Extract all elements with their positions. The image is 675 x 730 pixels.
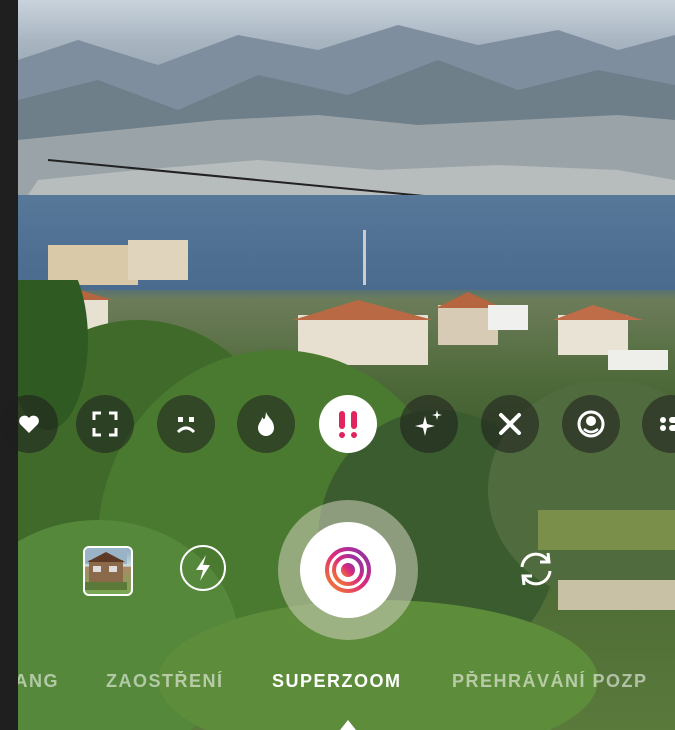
mode-superzoom[interactable]: SUPERZOOM — [272, 671, 402, 692]
gallery-thumbnail[interactable] — [83, 546, 133, 596]
fire-icon — [258, 412, 274, 436]
shutter-button[interactable] — [300, 522, 396, 618]
mode-zaostreni[interactable]: ZAOSTŘENÍ — [106, 671, 224, 692]
mode-rang[interactable]: RANG — [18, 671, 59, 692]
flip-camera-button[interactable] — [512, 545, 560, 593]
more-effects-icon — [660, 417, 675, 431]
effect-heart[interactable] — [0, 395, 58, 453]
effect-face[interactable] — [562, 395, 620, 453]
effect-sparkles[interactable] — [400, 395, 458, 453]
mountains-background — [18, 25, 675, 210]
flash-toggle[interactable] — [180, 545, 226, 591]
effect-focus[interactable] — [76, 395, 134, 453]
mode-selector: RANG ZAOSTŘENÍ SUPERZOOM PŘEHRÁVÁNÍ POZP — [18, 671, 675, 697]
gallery-preview-image — [85, 548, 127, 590]
double-exclamation-icon — [339, 411, 357, 438]
face-effect-icon — [577, 410, 605, 438]
effect-double-exclamation[interactable] — [319, 395, 377, 453]
heart-icon — [19, 415, 39, 433]
superzoom-mode-icon — [325, 547, 371, 593]
close-x-icon — [499, 413, 521, 435]
effect-sad-face[interactable] — [157, 395, 215, 453]
effect-fire[interactable] — [237, 395, 295, 453]
effect-close-x[interactable] — [481, 395, 539, 453]
flash-icon — [196, 555, 210, 581]
flip-camera-icon — [520, 552, 552, 586]
active-mode-indicator — [340, 720, 356, 730]
sad-face-icon — [176, 417, 196, 434]
mode-prehravani-pozp[interactable]: PŘEHRÁVÁNÍ POZP — [452, 671, 648, 692]
left-edge-bar — [0, 0, 18, 730]
sparkles-icon — [415, 410, 442, 436]
focus-frame-icon — [92, 411, 118, 437]
camera-screen: RANG ZAOSTŘENÍ SUPERZOOM PŘEHRÁVÁNÍ POZP — [0, 0, 675, 730]
